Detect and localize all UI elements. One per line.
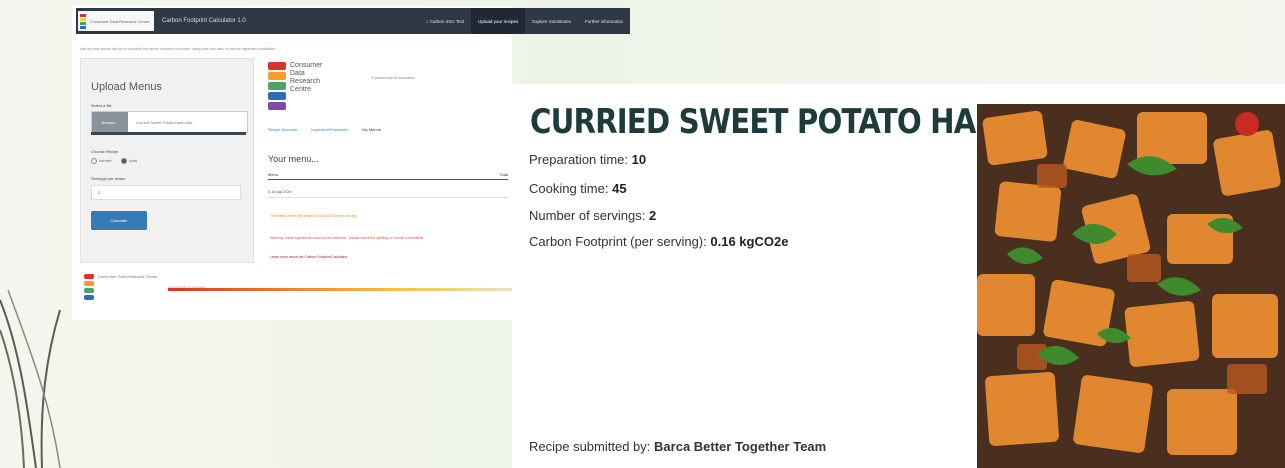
upload-sidebar: Upload Menus Select a file Browse... Cur… [80,58,254,263]
nav-links: ⌂ Carbon Intro Text Upload your recipes … [419,8,630,34]
cdrc-main-logo: Consumer Data Research Centre [268,62,322,110]
upload-progress-bar [91,132,246,135]
sidebar-title: Upload Menus [91,81,162,93]
logo-stack-icon [80,13,86,29]
radio-selected-icon [121,158,128,164]
cooking-time: Cooking time: 45 [529,181,627,196]
app-title: Carbon Footprint Calculator 1.0 [162,18,246,24]
file-input[interactable]: Browse... Curried Sweet Potato Hash.xlsx [91,111,248,133]
intro-text: Use the tabs across the top to complete … [80,47,276,51]
col-total: Total [499,172,508,177]
choose-recipe-label: Choose Recipe [91,149,119,154]
radio-option-current[interactable]: current [91,158,111,164]
radio-icon [91,158,97,164]
cdrc-logo: Consumer Data Research Centre [78,11,154,31]
carbon-calculator-app: Consumer Data Research Centre Carbon Foo… [72,6,630,320]
radio-option-plan[interactable]: plan [121,158,137,164]
tab-recipe-amounts[interactable]: Recipe Amounts [268,127,297,132]
partner-badge: In partnership for accessible [371,76,415,80]
footer-gradient-bar [168,288,512,291]
menus-title: Your menu... [268,154,319,164]
recipe-radio-group: current plan [91,158,137,164]
table-row: 0.16 kgCO2e [268,189,508,198]
logo-stack-icon [268,62,286,110]
learn-more-link[interactable]: Learn more about the Carbon Footprint Ca… [270,255,347,259]
decorative-curves [0,290,61,468]
col-menu: Menu [268,172,279,177]
calculate-button[interactable]: Calculate [91,211,147,230]
recipe-card: CURRIED SWEET POTATO HASH Preparation ti… [512,84,1285,468]
nav-further-information[interactable]: Further information [578,8,630,34]
servings-input[interactable]: 2 [91,185,241,200]
warning-message: Warning: some ingredients could not be m… [270,236,424,240]
servings: Number of servings: 2 [529,208,657,223]
tab-my-menus[interactable]: My Menus [362,127,380,132]
servings-label: Servings per recipe [91,176,126,181]
top-navbar: Consumer Data Research Centre Carbon Foo… [76,8,630,34]
nav-explore-substitutes[interactable]: Explore Substitutes [525,8,578,34]
browse-button[interactable]: Browse... [92,112,128,132]
tab-ingredient-emissions[interactable]: Ingredient Emissions [311,127,348,132]
carbon-footprint: Carbon Footprint (per serving): 0.16 kgC… [529,234,789,249]
logo-caption: Consumer Data Research Centre [90,18,150,24]
footer-logo-caption: Consumer Data Research Centre [98,274,158,279]
recipe-title: CURRIED SWEET POTATO HASH [530,102,1020,142]
results-tabs: Recipe Amounts Ingredient Emissions My M… [268,127,381,132]
logo-text: Consumer Data Research Centre [290,62,323,93]
target-message: This menu meets the target of 0.64 kgCO2… [270,214,357,218]
select-file-label: Select a file [91,103,112,108]
sweet-potato-hash-photo [977,104,1285,468]
nav-upload-recipes[interactable]: Upload your recipes [471,8,526,34]
nav-carbon-intro[interactable]: ⌂ Carbon Intro Text [419,8,471,34]
footer-logo: Consumer Data Research Centre [84,274,157,300]
logo-stack-icon [84,274,94,300]
submitted-by: Recipe submitted by: Barca Better Togeth… [529,439,827,454]
prep-time: Preparation time: 10 [529,152,647,167]
menus-table-header: Menu Total [268,172,508,180]
file-name: Curried Sweet Potato Hash.xlsx [136,119,193,125]
